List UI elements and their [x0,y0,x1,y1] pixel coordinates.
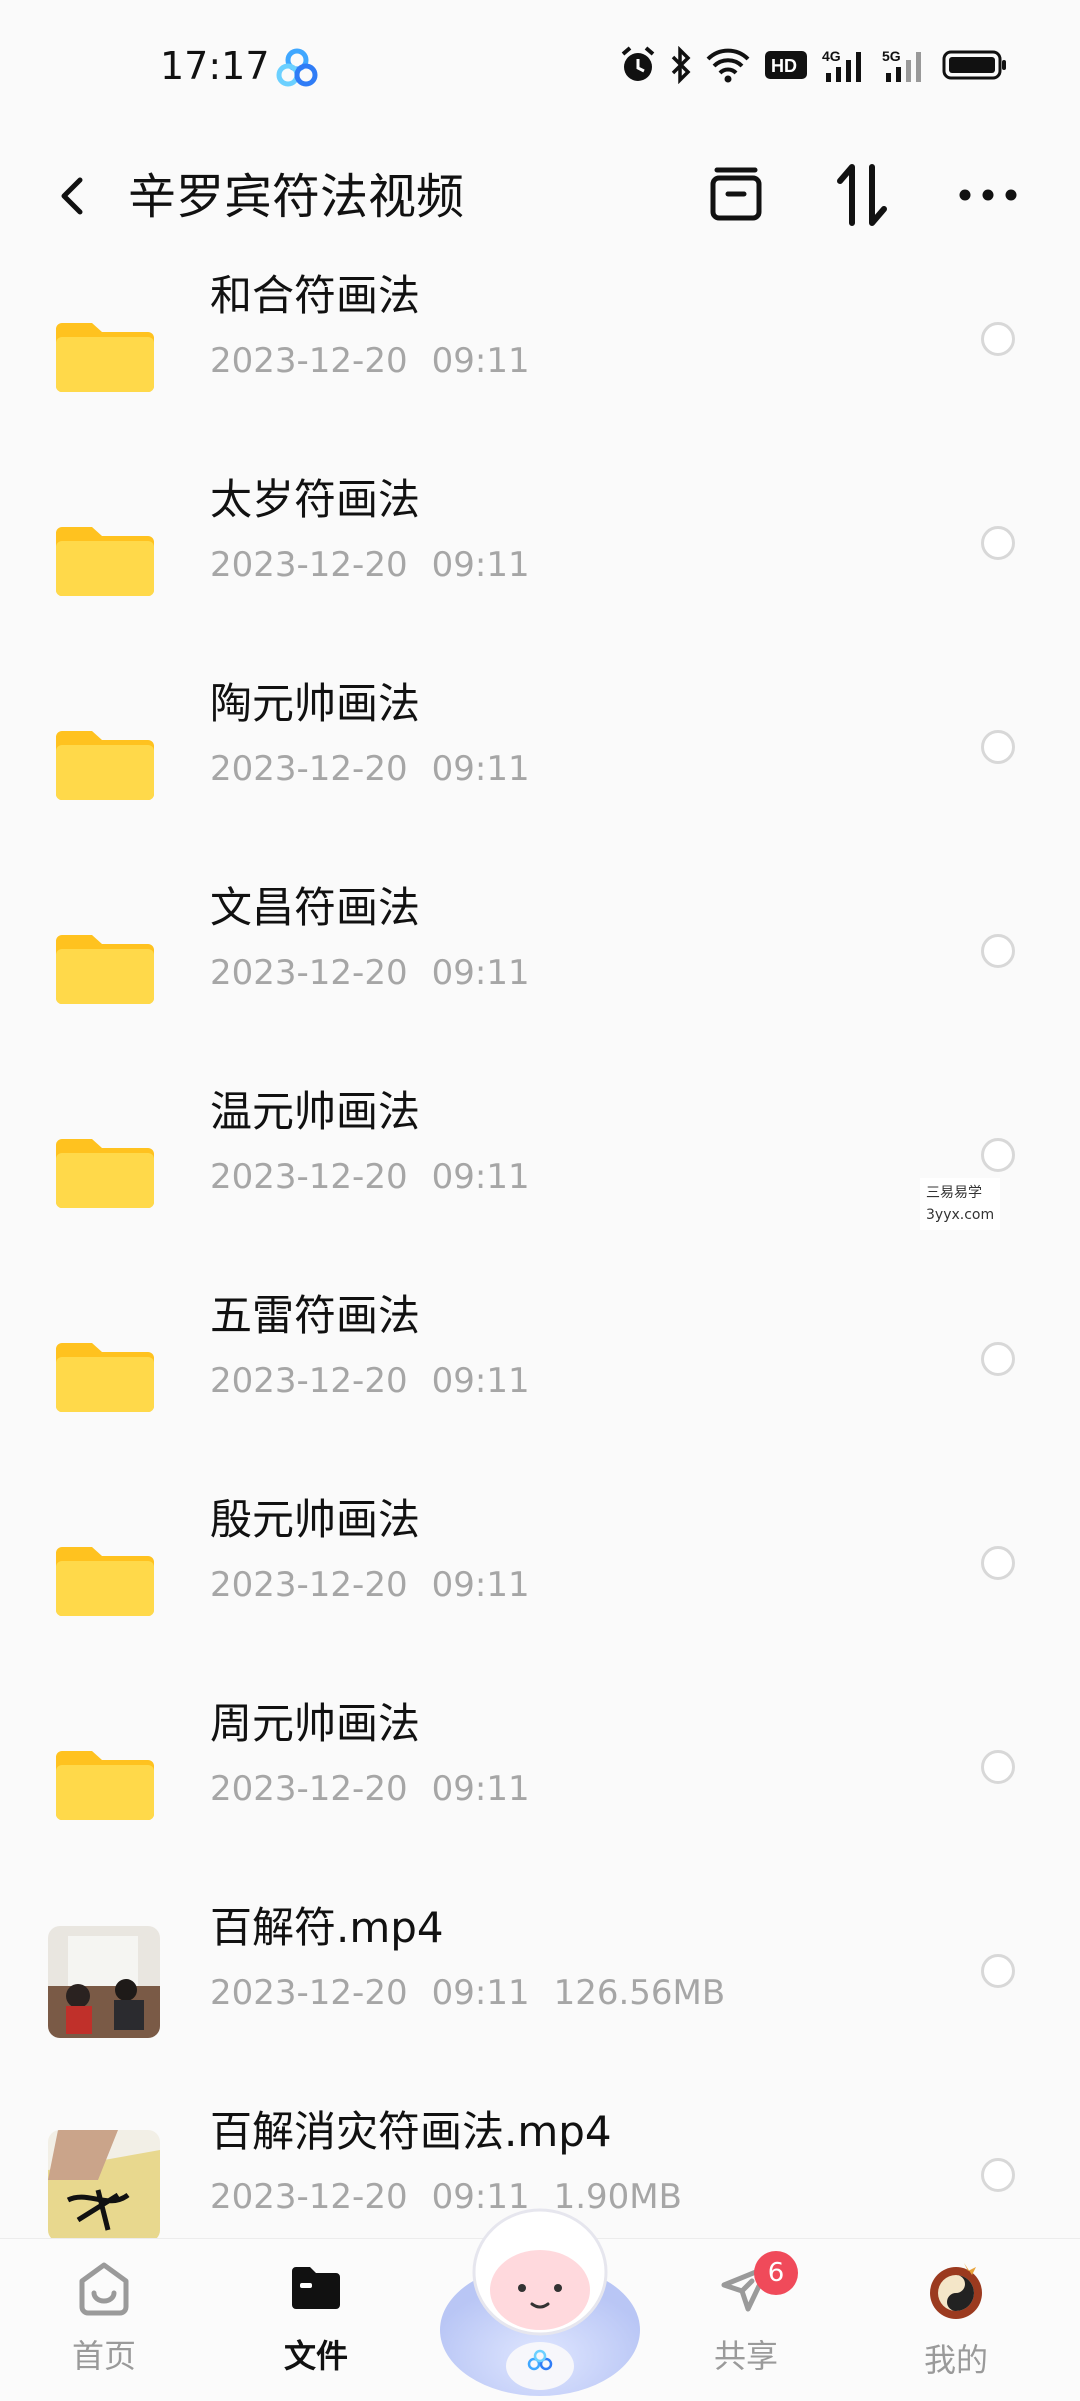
file-name: 殷元帅画法 [210,1495,421,1544]
sort-button[interactable] [822,150,902,240]
list-item[interactable]: 陶元帅画法 2023-12-20 09:11 [0,658,1080,862]
file-name: 陶元帅画法 [210,679,421,728]
select-checkbox[interactable] [981,1342,1015,1376]
list-item[interactable]: 百解符.mp4 2023-12-20 09:11 126.56MB [0,1882,1080,2086]
list-item[interactable]: 周元帅画法 2023-12-20 09:11 [0,1678,1080,1882]
file-name: 温元帅画法 [210,1087,421,1136]
file-meta: 2023-12-20 09:11 [210,1565,530,1605]
folder-icon [292,2267,340,2309]
tab-me[interactable]: 我的 [876,2259,1036,2381]
folder-icon [56,323,154,392]
file-name: 周元帅画法 [210,1699,421,1748]
file-meta: 2023-12-20 09:11 [210,341,530,381]
select-checkbox[interactable] [981,1954,1015,1988]
svg-text:5G: 5G [882,48,901,64]
hd-icon: HD [765,51,807,79]
status-time: 17:17 [160,44,270,88]
avatar-icon [930,2263,982,2319]
wifi-icon [706,48,750,83]
file-meta: 2023-12-20 09:11 126.56MB [210,1973,726,2013]
signal-5g-icon: 5G [882,48,921,82]
mascot-icon[interactable] [430,2180,650,2400]
bluetooth-icon [671,46,691,84]
app-bar: 辛罗宾符法视频 [0,130,1080,260]
file-meta: 2023-12-20 09:11 [210,1157,530,1197]
folder-icon [56,1139,154,1208]
sort-icon [837,164,887,226]
folder-icon [56,1343,154,1412]
tab-label: 文件 [283,2337,348,2375]
select-checkbox[interactable] [981,934,1015,968]
list-item[interactable]: 五雷符画法 2023-12-20 09:11 [0,1270,1080,1474]
select-checkbox[interactable] [981,2158,1015,2192]
list-item[interactable]: 殷元帅画法 2023-12-20 09:11 [0,1474,1080,1678]
list-item[interactable]: 文昌符画法 2023-12-20 09:11 [0,862,1080,1066]
battery-icon [942,50,1006,80]
file-name: 百解符.mp4 [210,1903,444,1952]
tab-label: 共享 [713,2337,778,2375]
list-item[interactable]: 太岁符画法 2023-12-20 09:11 [0,454,1080,658]
select-checkbox[interactable] [981,1546,1015,1580]
back-arrow-icon[interactable] [48,150,98,240]
file-meta: 2023-12-20 09:11 [210,1769,530,1809]
svg-text:4G: 4G [822,48,841,64]
folder-icon [56,935,154,1004]
tab-share[interactable]: 6 共享 [666,2251,826,2377]
tab-home[interactable]: 首页 [24,2259,184,2377]
signal-4g-icon: 4G [822,48,861,82]
video-thumbnail [48,2130,160,2242]
alarm-icon [621,46,655,81]
list-item[interactable]: 和合符画法 2023-12-20 09:11 [0,250,1080,454]
watermark: 三易易学 3yyx.com [920,1178,1001,1230]
file-meta: 2023-12-20 09:11 [210,749,530,789]
file-list: 和合符画法 2023-12-20 09:11 太岁符画法 2023-12-20 09… [0,250,1080,2290]
more-button[interactable] [948,150,1028,240]
notification-badge: 6 [754,2251,798,2295]
list-item[interactable]: 温元帅画法 2023-12-20 09:11 [0,1066,1080,1270]
tab-files[interactable]: 文件 [236,2259,396,2377]
status-bar: 17:17 HD 4G 5G [0,0,1080,130]
select-all-icon [710,167,762,221]
select-checkbox[interactable] [981,1750,1015,1784]
file-name: 百解消灾符画法.mp4 [210,2107,612,2156]
file-name: 文昌符画法 [210,883,421,932]
file-meta: 2023-12-20 09:11 [210,953,530,993]
select-checkbox[interactable] [981,322,1015,356]
watermark-line2: 3yyx.com [926,1207,995,1223]
watermark-line1: 三易易学 [926,1185,982,1201]
folder-icon [56,527,154,596]
select-checkbox[interactable] [981,526,1015,560]
more-icon [959,189,1017,201]
select-checkbox[interactable] [981,1138,1015,1172]
page-title: 辛罗宾符法视频 [128,169,465,225]
file-name: 和合符画法 [210,271,421,320]
baidu-netdisk-icon [276,48,318,87]
folder-icon [56,731,154,800]
file-meta: 2023-12-20 09:11 [210,1361,530,1401]
file-meta: 2023-12-20 09:11 [210,545,530,585]
video-thumbnail [48,1926,160,2038]
tab-label: 我的 [923,2341,988,2379]
file-name: 五雷符画法 [210,1291,421,1340]
tab-label: 首页 [71,2337,136,2375]
select-all-button[interactable] [696,150,776,240]
folder-icon [56,1751,154,1820]
home-icon [79,2262,129,2316]
folder-icon [56,1547,154,1616]
svg-text:HD: HD [771,56,797,76]
file-name: 太岁符画法 [210,475,421,524]
select-checkbox[interactable] [981,730,1015,764]
